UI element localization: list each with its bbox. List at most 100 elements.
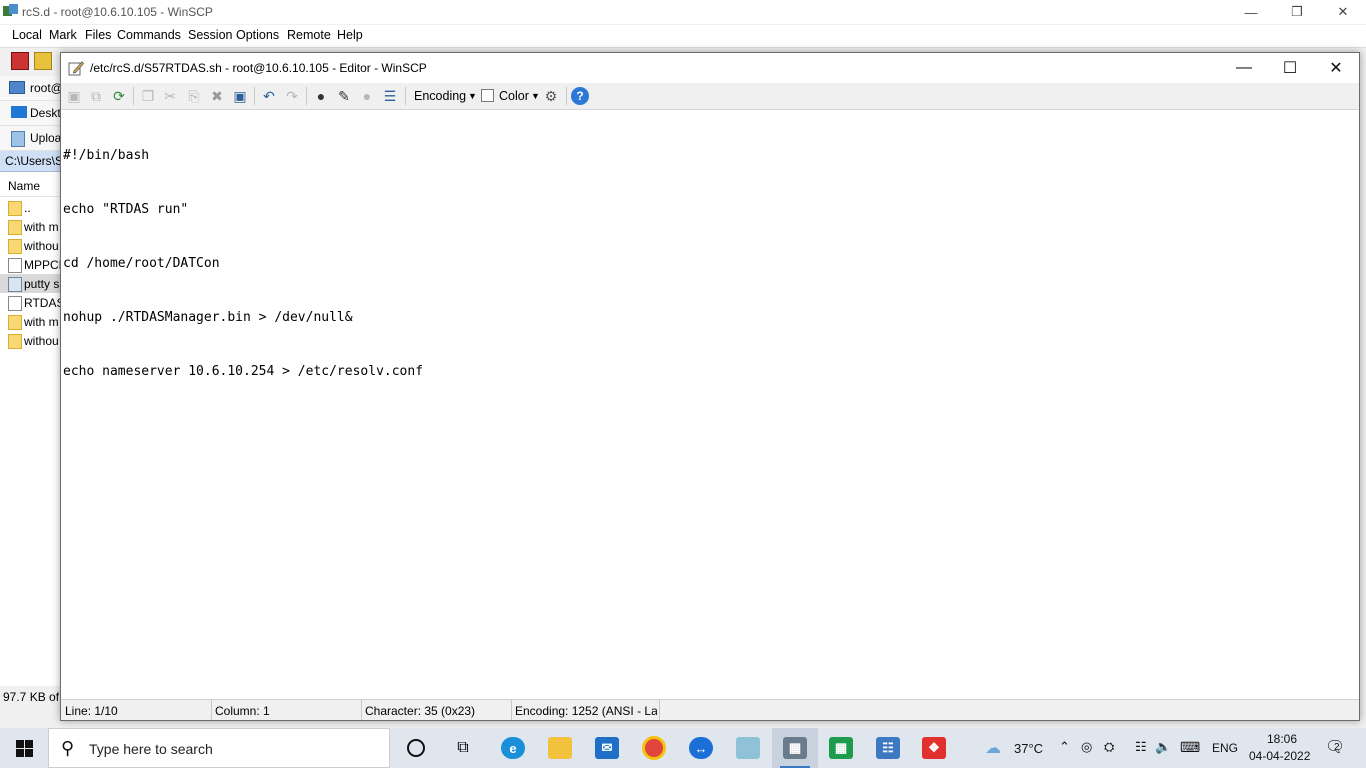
save-icon[interactable]: ▣ [65,87,83,105]
file-row[interactable]: MPPCE [0,255,60,274]
status-line-cell: Line: 1/10 [61,700,212,720]
cut-icon[interactable]: ✂ [161,87,179,105]
keyboard-language-icon[interactable]: ⛭ [1104,739,1114,755]
file-row[interactable]: with m [0,312,60,331]
select-all-icon[interactable]: ▣ [231,87,249,105]
search-icon: ⚲ [61,738,75,758]
code-line: echo nameserver 10.6.10.254 > /etc/resol… [63,364,424,379]
image-file-icon [8,277,22,292]
status-encoding-cell: Encoding: 1252 (ANSI - La [511,700,660,720]
file-row[interactable]: withou [0,236,60,255]
weather-temperature[interactable]: 37°C [1014,741,1043,756]
copy-icon[interactable]: ❐ [139,87,157,105]
taskbar-app-mail[interactable]: ✉ [584,728,630,768]
find-next-icon[interactable]: ● [358,87,376,105]
taskbar-app-teamviewer[interactable]: ↔ [678,728,724,768]
upload-row[interactable]: Uploa [0,126,60,151]
name-column-label: Name [8,179,41,193]
find-icon[interactable]: ● [312,87,330,105]
undo-icon[interactable]: ↶ [260,87,278,105]
delete-icon[interactable]: ✖ [208,87,226,105]
reload-icon[interactable]: ⟳ [110,87,128,105]
help-icon[interactable]: ? [571,87,589,105]
chrome-icon [642,736,666,760]
upload-label: Uploa [30,131,60,145]
editor-close-button[interactable]: ✕ [1313,53,1359,83]
taskbar-app-explorer[interactable] [537,728,583,768]
folder-icon [8,220,22,235]
taskbar-app-edge[interactable]: e [490,728,536,768]
webcam-icon[interactable]: ◎ [1081,739,1092,755]
menu-session[interactable]: Session [188,28,232,42]
cortana-button[interactable] [393,728,439,768]
document-icon [8,258,22,273]
file-row[interactable]: with m [0,217,60,236]
menu-remote[interactable]: Remote [287,28,331,42]
editor-maximize-button[interactable]: ☐ [1267,53,1313,83]
file-row[interactable]: putty s [0,274,60,293]
clock-time[interactable]: 18:06 [1267,732,1297,746]
gear-icon[interactable]: ⚙ [542,87,560,105]
toolbar-separator [133,87,134,105]
toolbar-separator [306,87,307,105]
show-hidden-icons-icon[interactable]: ⌃ [1059,739,1070,755]
editor-text-area[interactable]: #!/bin/bash echo "RTDAS run" cd /home/ro… [63,111,1357,696]
clock-date[interactable]: 04-04-2022 [1249,749,1310,763]
menu-files[interactable]: Files [85,28,111,42]
menu-help[interactable]: Help [337,28,363,42]
taskbar-app-spreadsheet[interactable]: ▦ [818,728,864,768]
encoding-dropdown[interactable]: Encoding [414,89,466,103]
replace-icon[interactable]: ✎ [335,87,353,105]
taskbar-app-anydesk[interactable]: ❖ [911,728,957,768]
input-language[interactable]: ENG [1212,741,1238,755]
notification-count: 2 [1334,742,1340,753]
goto-line-icon[interactable]: ☰ [381,87,399,105]
menu-commands[interactable]: Commands [117,28,181,42]
start-button[interactable] [0,728,48,768]
save-all-icon[interactable]: ⧉ [87,87,105,105]
taskbar-app-chrome[interactable] [631,728,677,768]
main-minimize-button[interactable]: — [1228,0,1274,24]
taskbar: ⚲ Type here to search ⧉ e ✉ ↔ ▦ ▦ ☷ ❖ ☁ … [0,728,1366,768]
weather-cloud-icon[interactable]: ☁ [985,738,1001,758]
name-column-header[interactable]: Name [0,172,60,197]
file-row[interactable]: withou [0,331,60,350]
encoding-dropdown-arrow-icon[interactable]: ▼ [468,91,477,101]
taskbar-app-notes[interactable] [725,728,771,768]
editor-minimize-button[interactable]: — [1221,53,1267,83]
teamviewer-icon: ↔ [689,737,713,759]
status-character-cell: Character: 35 (0x23) [361,700,512,720]
edit-pencil-icon [68,61,84,76]
session-label: root@ [30,81,60,95]
task-view-button[interactable]: ⧉ [440,728,486,768]
compare-dirs-icon[interactable] [11,52,29,70]
file-row[interactable]: RTDAS [0,293,60,312]
location-row[interactable]: Deskt [0,101,60,126]
anydesk-icon: ❖ [922,737,946,759]
sync-icon[interactable] [34,52,52,70]
status-encoding: Encoding: 1252 (ANSI - La [515,704,657,718]
file-name: MPPCE [24,258,60,272]
menu-options[interactable]: Options [236,28,279,42]
taskbar-app-network[interactable]: ☷ [865,728,911,768]
taskbar-search-box[interactable]: ⚲ Type here to search [48,728,390,768]
volume-icon[interactable]: 🔈 [1155,739,1171,755]
color-checkbox[interactable] [481,89,494,102]
wifi-icon[interactable]: ☷ [1135,739,1147,755]
status-character: Character: 35 (0x23) [365,704,476,718]
main-close-button[interactable]: ✕ [1320,0,1366,24]
main-restore-button[interactable]: ❐ [1274,0,1320,24]
menu-mark[interactable]: Mark [49,28,77,42]
color-dropdown-arrow-icon[interactable]: ▼ [531,91,540,101]
main-window-title: rcS.d - root@10.6.10.105 - WinSCP [22,5,213,19]
menu-local[interactable]: Local [12,28,42,42]
local-path-bar[interactable]: C:\Users\S [0,151,60,172]
file-row[interactable]: .. [0,198,60,217]
main-menubar: Local Mark Files Commands Session Option… [0,25,1366,48]
taskbar-app-winscp[interactable]: ▦ [772,728,818,768]
session-row[interactable]: root@ [0,76,60,101]
touch-keyboard-icon[interactable]: ⌨ [1180,739,1200,756]
paste-icon[interactable]: ⎘ [185,87,203,105]
color-dropdown[interactable]: Color [499,89,529,103]
redo-icon[interactable]: ↷ [283,87,301,105]
